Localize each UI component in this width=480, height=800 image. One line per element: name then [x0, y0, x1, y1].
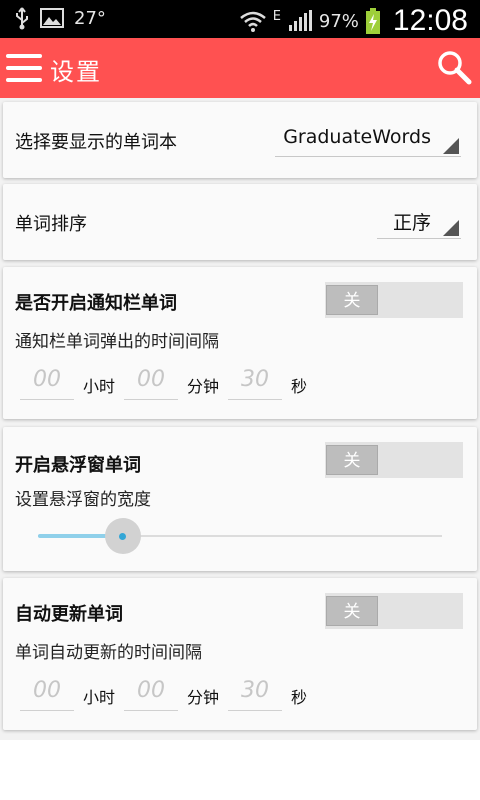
wordbook-card: 选择要显示的单词本 GraduateWords — [3, 102, 477, 178]
sort-label: 单词排序 — [15, 214, 87, 235]
auto-update-seconds-input[interactable]: 30 — [228, 676, 282, 711]
wifi-icon — [239, 11, 266, 32]
auto-update-hours-input[interactable]: 00 — [20, 676, 74, 711]
sort-spinner[interactable]: 正序 — [377, 204, 461, 239]
notification-toggle[interactable]: 关 — [325, 282, 463, 318]
notification-minutes-unit: 分钟 — [187, 377, 220, 396]
notification-interval-label: 通知栏单词弹出的时间间隔 — [15, 332, 219, 352]
notification-hours-input[interactable]: 00 — [20, 365, 74, 400]
auto-update-toggle-thumb: 关 — [326, 596, 378, 626]
status-bar: 27° E 97% 12:08 — [0, 0, 480, 38]
notification-seconds-input[interactable]: 30 — [228, 365, 282, 400]
auto-update-toggle[interactable]: 关 — [325, 593, 463, 629]
auto-update-hours-unit: 小时 — [83, 688, 116, 707]
notification-toggle-thumb: 关 — [326, 285, 378, 315]
auto-update-interval-label: 单词自动更新的时间间隔 — [15, 643, 202, 663]
notification-hours-unit: 小时 — [83, 377, 116, 396]
auto-update-card: 自动更新单词 关 单词自动更新的时间间隔 00 小时 00 分钟 30 秒 — [3, 578, 477, 730]
wordbook-label: 选择要显示的单词本 — [15, 132, 177, 153]
app-bar: 设置 — [0, 38, 480, 98]
temperature-text: 27° — [74, 7, 106, 29]
battery-charging-icon — [365, 8, 380, 34]
dropdown-arrow-icon — [443, 220, 459, 236]
sort-card: 单词排序 正序 — [3, 184, 477, 260]
hamburger-menu-icon[interactable] — [6, 54, 42, 82]
battery-percent-text: 97% — [318, 10, 359, 32]
wordbook-selected-value: GraduateWords — [283, 126, 431, 148]
floating-label: 开启悬浮窗单词 — [15, 455, 141, 476]
page-bottom-area — [0, 740, 480, 800]
image-icon — [40, 8, 64, 28]
floating-width-label: 设置悬浮窗的宽度 — [15, 490, 151, 510]
auto-update-minutes-input[interactable]: 00 — [124, 676, 178, 711]
page-title: 设置 — [50, 58, 102, 86]
auto-update-seconds-unit: 秒 — [291, 688, 308, 707]
floating-toggle[interactable]: 关 — [325, 442, 463, 478]
notification-card: 是否开启通知栏单词 关 通知栏单词弹出的时间间隔 00 小时 00 分钟 30 … — [3, 267, 477, 419]
signal-icon — [288, 10, 312, 31]
sort-selected-value: 正序 — [392, 212, 431, 234]
auto-update-minutes-unit: 分钟 — [187, 688, 220, 707]
floating-toggle-thumb: 关 — [326, 445, 378, 475]
floating-card: 开启悬浮窗单词 关 设置悬浮窗的宽度 — [3, 427, 477, 571]
search-icon[interactable] — [436, 49, 472, 85]
notification-label: 是否开启通知栏单词 — [15, 293, 177, 314]
dropdown-arrow-icon — [443, 138, 459, 154]
status-bar-right: E 97% 12:08 — [239, 4, 468, 38]
auto-update-label: 自动更新单词 — [15, 604, 123, 625]
notification-minutes-input[interactable]: 00 — [124, 365, 178, 400]
status-bar-left: 27° — [14, 6, 106, 30]
notification-seconds-unit: 秒 — [291, 377, 308, 396]
clock-text: 12:08 — [392, 4, 468, 37]
usb-icon — [16, 7, 28, 30]
wordbook-spinner[interactable]: GraduateWords — [275, 122, 461, 157]
network-type-text: E — [272, 8, 281, 24]
